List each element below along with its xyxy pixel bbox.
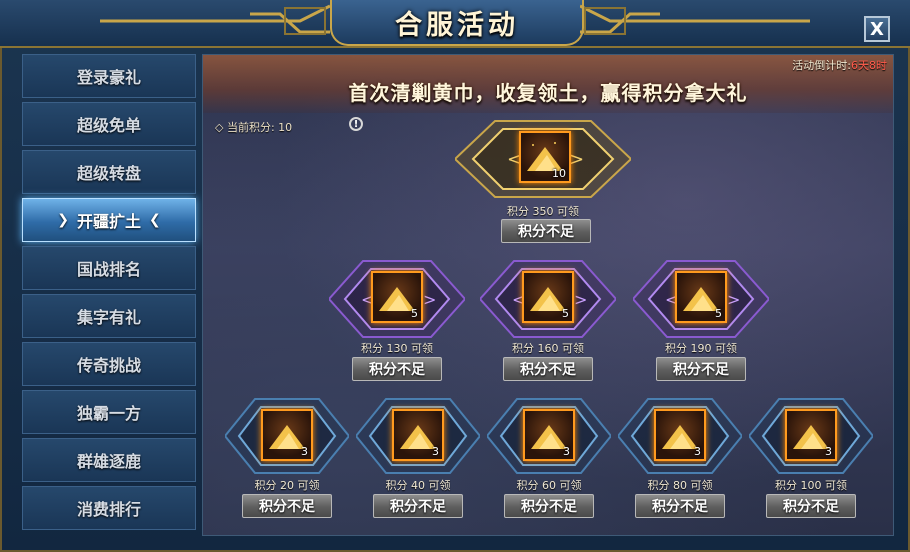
sidebar-item-collect-words[interactable]: 集字有礼	[22, 294, 196, 338]
countdown-value: 6天8时	[851, 59, 887, 72]
countdown: 活动倒计时:6天8时	[792, 57, 887, 73]
sidebar-item-super-wheel[interactable]: 超级转盘	[22, 150, 196, 194]
claim-button[interactable]: 积分不足	[766, 494, 856, 518]
chevron-right-icon: ❯	[57, 212, 69, 228]
item-quantity: 5	[562, 307, 569, 320]
points-requirement: 积分 20 可领	[254, 479, 320, 492]
reward-item[interactable]: 5	[371, 271, 423, 323]
svg-text:>: >	[574, 290, 587, 309]
sidebar-item-war-ranking[interactable]: 国战排名	[22, 246, 196, 290]
item-quantity: 3	[563, 445, 570, 458]
activity-panel: 活动倒计时:6天8时 首次清剿黄巾，收复领土，赢得积分拿大礼 ◇ 当前积分: 1…	[202, 54, 894, 536]
close-button[interactable]: X	[864, 16, 890, 42]
claim-button[interactable]: 积分不足	[504, 494, 594, 518]
sidebar-item-label: 消费排行	[76, 500, 141, 519]
item-quantity: 3	[432, 445, 439, 458]
banner-headline: 首次清剿黄巾，收复领土，赢得积分拿大礼	[348, 81, 748, 105]
sidebar-item-label: 集字有礼	[76, 308, 141, 327]
reward-item[interactable]: 5	[522, 271, 574, 323]
right-ornament-icon	[580, 4, 810, 35]
points-requirement: 积分 130 可领	[361, 342, 433, 355]
sidebar-item-label: 传奇挑战	[76, 356, 141, 375]
svg-text:>: >	[569, 149, 584, 170]
sidebar-item-heroes-compete[interactable]: 群雄逐鹿	[22, 438, 196, 482]
info-icon[interactable]: !	[349, 117, 363, 131]
sidebar-item-legend-challenge[interactable]: 传奇挑战	[22, 342, 196, 386]
points-requirement: 积分 190 可领	[665, 342, 737, 355]
item-quantity: 3	[825, 445, 832, 458]
item-quantity: 10	[552, 167, 566, 180]
sidebar-item-label: 开疆扩土	[76, 212, 141, 231]
claim-button[interactable]: 积分不足	[656, 357, 746, 381]
sidebar-item-super-free[interactable]: 超级免单	[22, 102, 196, 146]
item-quantity: 5	[411, 307, 418, 320]
current-points: ◇ 当前积分: 10	[215, 121, 293, 134]
item-quantity: 3	[694, 445, 701, 458]
item-quantity: 3	[301, 445, 308, 458]
sidebar-item-label: 超级转盘	[76, 164, 141, 183]
claim-button[interactable]: 积分不足	[352, 357, 442, 381]
claim-button[interactable]: 积分不足	[635, 494, 725, 518]
claim-button[interactable]: 积分不足	[501, 219, 591, 243]
sidebar-item-spending-rank[interactable]: 消费排行	[22, 486, 196, 530]
claim-button[interactable]: 积分不足	[503, 357, 593, 381]
points-requirement: 积分 350 可领	[507, 205, 579, 218]
sidebar-item-label: 超级免单	[76, 116, 141, 135]
reward-item[interactable]: 3	[261, 409, 313, 461]
close-icon: X	[870, 18, 884, 40]
sidebar: 登录豪礼 超级免单 超级转盘 ❯ 开疆扩土 ❮ 国战排名 集字有礼 传奇挑战 独…	[22, 54, 198, 538]
points-requirement: 积分 160 可领	[512, 342, 584, 355]
sidebar-item-label: 登录豪礼	[76, 68, 141, 87]
sidebar-item-dominate[interactable]: 独霸一方	[22, 390, 196, 434]
claim-button[interactable]: 积分不足	[373, 494, 463, 518]
countdown-label: 活动倒计时:	[792, 59, 851, 72]
chevron-left-icon: ❮	[149, 212, 161, 228]
sidebar-item-login-gift[interactable]: 登录豪礼	[22, 54, 196, 98]
points-requirement: 积分 40 可领	[385, 479, 451, 492]
sidebar-item-label: 群雄逐鹿	[76, 452, 141, 471]
svg-text:>: >	[423, 290, 436, 309]
svg-text:>: >	[727, 290, 740, 309]
reward-item[interactable]: 3	[785, 409, 837, 461]
reward-item[interactable]: 3	[523, 409, 575, 461]
window-title: 合服活动	[395, 9, 519, 41]
title-plate: 合服活动	[330, 0, 584, 46]
reward-item[interactable]: 3	[392, 409, 444, 461]
reward-item[interactable]: 10	[519, 131, 571, 183]
item-quantity: 5	[715, 307, 722, 320]
reward-item[interactable]: 5	[675, 271, 727, 323]
points-requirement: 积分 100 可领	[775, 479, 847, 492]
points-requirement: 积分 80 可领	[647, 479, 713, 492]
reward-item[interactable]: 3	[654, 409, 706, 461]
title-bar: 合服活动 X	[0, 0, 910, 48]
claim-button[interactable]: 积分不足	[242, 494, 332, 518]
activity-banner: 活动倒计时:6天8时 首次清剿黄巾，收复领土，赢得积分拿大礼	[203, 55, 893, 113]
left-ornament-icon	[100, 4, 330, 35]
points-requirement: 积分 60 可领	[516, 479, 582, 492]
sidebar-item-label: 国战排名	[76, 260, 141, 279]
sidebar-item-label: 独霸一方	[76, 404, 141, 423]
sidebar-item-expand-territory[interactable]: ❯ 开疆扩土 ❮	[22, 198, 196, 242]
